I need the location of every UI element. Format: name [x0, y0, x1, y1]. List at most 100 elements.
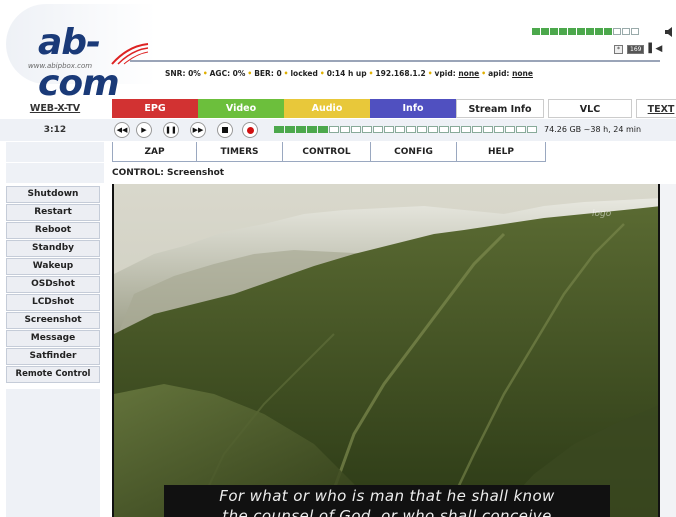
rewind-button[interactable]: ◀◀ — [114, 122, 130, 138]
snr-value: SNR: 0% — [165, 69, 201, 78]
header-divider — [130, 60, 660, 62]
tv-screenshot: logo For what or who is man that he shal… — [112, 184, 660, 517]
progress-segment — [483, 126, 493, 133]
volume-segment — [604, 28, 612, 35]
progress-segment — [384, 126, 394, 133]
volume-segment — [586, 28, 594, 35]
fast-forward-button[interactable]: ▶▶ — [190, 122, 206, 138]
volume-segment — [550, 28, 558, 35]
nav-vlc[interactable]: VLC — [548, 99, 632, 118]
uptime: 0:14 h up — [326, 69, 367, 78]
nav-epg[interactable]: EPG — [112, 99, 198, 118]
vpid-label: vpid: — [434, 69, 456, 78]
header: ab-com www.abipbox.com SNR: 0% • AGC: 0% • B… — [0, 0, 676, 104]
apid-link[interactable]: none — [512, 69, 533, 78]
progress-segment — [340, 126, 350, 133]
disk-info: 74.26 GB ~38 h, 24 min — [544, 125, 642, 134]
nav-text[interactable]: TEXT — [636, 99, 676, 118]
dolby-icon: ▌◀ — [648, 44, 663, 54]
tab-control[interactable]: CONTROL — [282, 142, 370, 162]
play-button[interactable]: ▶ — [136, 122, 152, 138]
nav-stream-info[interactable]: Stream Info — [456, 99, 544, 118]
nav-webtv-link[interactable]: WEB-X-TV — [6, 99, 104, 118]
progress-segment — [472, 126, 482, 133]
progress-segment — [417, 126, 427, 133]
volume-segment — [559, 28, 567, 35]
pause-button[interactable]: ❚❚ — [163, 122, 179, 138]
progress-segment — [527, 126, 537, 133]
nav-video[interactable]: Video — [198, 99, 284, 118]
subtitle-line-2: the counsel of God, or who shall conceiv… — [164, 506, 610, 517]
vpid-link[interactable]: none — [458, 69, 479, 78]
progress-segment — [318, 126, 328, 133]
sidebar-item-screenshot[interactable]: Screenshot — [6, 312, 100, 329]
pause-icon: ❚❚ — [165, 126, 177, 134]
volume-segment — [595, 28, 603, 35]
ber-value: BER: 0 — [254, 69, 282, 78]
stop-button[interactable] — [217, 122, 233, 138]
teletext-icon[interactable]: * — [614, 44, 623, 54]
sub-nav: ZAP TIMERS CONTROL CONFIG HELP — [0, 142, 676, 162]
progress-segment — [274, 126, 284, 133]
volume-segment — [577, 28, 585, 35]
sidebar-item-restart[interactable]: Restart — [6, 204, 100, 221]
mountain-landscape-image: logo — [114, 184, 658, 517]
sidebar: Shutdown Restart Reboot Standby Wakeup O… — [6, 186, 100, 384]
progress-segment — [329, 126, 339, 133]
sidebar-item-reboot[interactable]: Reboot — [6, 222, 100, 239]
nav-info[interactable]: Info — [370, 99, 456, 118]
volume-segment — [541, 28, 549, 35]
progress-segment — [351, 126, 361, 133]
logo[interactable]: ab-com www.abipbox.com — [6, 4, 156, 104]
title-spacer — [6, 163, 104, 183]
progress-segment — [505, 126, 515, 133]
tab-timers[interactable]: TIMERS — [196, 142, 282, 162]
clock: 3:12 — [6, 119, 104, 141]
logo-swoosh-icon — [111, 43, 149, 65]
progress-segment — [428, 126, 438, 133]
header-icons: * 169 ▌◀ — [614, 44, 662, 54]
sidebar-item-message[interactable]: Message — [6, 330, 100, 347]
fast-forward-icon: ▶▶ — [192, 126, 204, 134]
lock-status: locked — [290, 69, 318, 78]
sidebar-item-osdshot[interactable]: OSDshot — [6, 276, 100, 293]
record-button[interactable] — [242, 122, 258, 138]
sidebar-item-shutdown[interactable]: Shutdown — [6, 186, 100, 203]
sidebar-item-standby[interactable]: Standby — [6, 240, 100, 257]
breadcrumb: CONTROL: Screenshot — [0, 163, 676, 183]
sidebar-item-satfinder[interactable]: Satfinder — [6, 348, 100, 365]
sidebar-item-wakeup[interactable]: Wakeup — [6, 258, 100, 275]
volume-segment — [622, 28, 630, 35]
rewind-icon: ◀◀ — [116, 126, 128, 134]
progress-segment — [461, 126, 471, 133]
volume-segment — [631, 28, 639, 35]
sidebar-item-remote-control[interactable]: Remote Control — [6, 366, 100, 383]
svg-text:logo: logo — [592, 209, 612, 219]
aspect-ratio-icon[interactable]: 169 — [627, 44, 645, 54]
scrollbar[interactable] — [660, 184, 676, 517]
tab-config[interactable]: CONFIG — [370, 142, 456, 162]
speaker-icon[interactable] — [664, 26, 676, 38]
tab-help[interactable]: HELP — [456, 142, 546, 162]
ip-address: 192.168.1.2 — [375, 69, 426, 78]
sidebar-item-lcdshot[interactable]: LCDshot — [6, 294, 100, 311]
page-title: CONTROL: Screenshot — [112, 168, 225, 178]
volume-segment — [532, 28, 540, 35]
tab-zap[interactable]: ZAP — [112, 142, 196, 162]
progress-segment — [450, 126, 460, 133]
timeshift-progress-bar[interactable] — [274, 126, 537, 133]
progress-segment — [516, 126, 526, 133]
progress-segment — [406, 126, 416, 133]
progress-segment — [494, 126, 504, 133]
progress-segment — [285, 126, 295, 133]
progress-segment — [307, 126, 317, 133]
agc-value: AGC: 0% — [209, 69, 246, 78]
sidebar-filler — [6, 389, 100, 517]
stop-icon — [222, 127, 228, 133]
subtab-spacer — [6, 142, 104, 162]
volume-bar[interactable] — [532, 28, 639, 35]
nav-audio[interactable]: Audio — [284, 99, 370, 118]
record-icon — [246, 126, 254, 134]
play-icon: ▶ — [141, 126, 147, 134]
volume-segment — [613, 28, 621, 35]
